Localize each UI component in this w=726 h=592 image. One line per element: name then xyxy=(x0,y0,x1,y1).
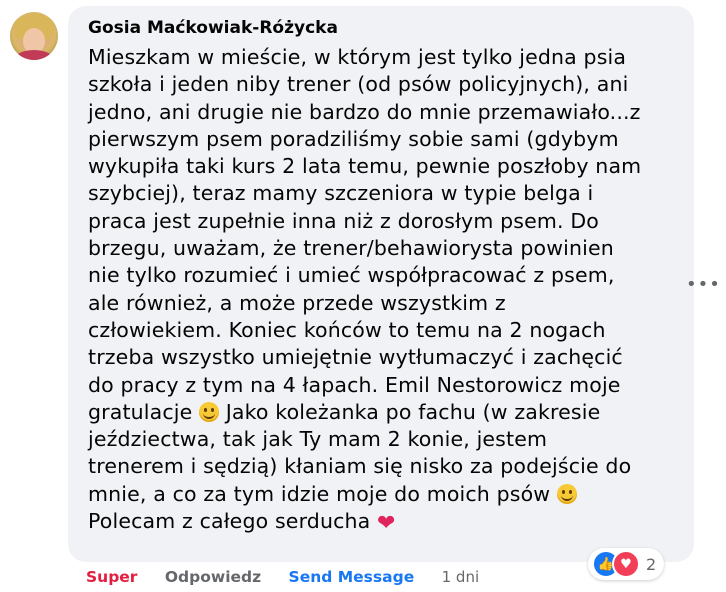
comment-line: jedno, ani drugie nie bardzo do mnie prz… xyxy=(88,99,641,124)
avatar-shirt xyxy=(14,50,54,60)
reply-button[interactable]: Odpowiedz xyxy=(165,568,261,586)
comment-line: praca jest zupełnie inna niż z dorosłym … xyxy=(88,208,599,233)
comment-line: szkoła i jeden niby trener (od psów poli… xyxy=(88,72,629,97)
comment-text: Mieszkam w mieście, w którym jest tylko … xyxy=(88,44,678,537)
comment-timestamp[interactable]: 1 dni xyxy=(442,568,480,586)
comment-line: Jako koleżanka po fachu (w zakresie xyxy=(225,399,601,424)
comment-line: trenerem i sędzią) kłaniam się nisko za … xyxy=(88,454,632,479)
comment-author[interactable]: Gosia Maćkowiak-Różycka xyxy=(88,18,338,38)
heart-emoji-icon: ❤ xyxy=(377,511,396,537)
reactions-summary[interactable]: 👍 ♥ 2 xyxy=(588,548,665,580)
more-options-icon[interactable]: ••• xyxy=(686,274,721,295)
comment-line: do pracy z tym na 4 łapach. Emil Nestoro… xyxy=(88,372,621,397)
comment-line: wykupiła taki kurs 2 lata temu, pewnie p… xyxy=(88,154,642,179)
comment-actions: Super Odpowiedz Send Message 1 dni xyxy=(86,568,501,586)
comment-line: mnie, a co za tym idzie moje do moich ps… xyxy=(88,481,551,506)
comment-bubble: Gosia Maćkowiak-Różycka Mieszkam w mieśc… xyxy=(68,6,694,562)
comment-line: Polecam z całego serducha xyxy=(88,509,371,534)
comment-line: trzeba wszystko umiejętnie wytłumaczyć i… xyxy=(88,345,623,370)
smile-emoji-icon xyxy=(556,483,577,504)
comment-line: nie tylko rozumieć i umieć współpracować… xyxy=(88,263,615,288)
comment-line: ale również, a może przede wszystkim z xyxy=(88,290,506,315)
comment-line: gratulacje xyxy=(88,399,193,424)
comment-line: jeździectwa, tak jak Ty mam 2 konie, jes… xyxy=(88,427,548,452)
comment-line: pierwszym psem poradziliśmy sobie sami (… xyxy=(88,126,619,151)
like-button[interactable]: Super xyxy=(86,568,137,586)
love-icon: ♥ xyxy=(612,550,640,578)
comment-line: brzegu, uważam, że trener/behawiorysta p… xyxy=(88,236,614,261)
avatar[interactable] xyxy=(10,12,58,60)
comment-line: szybciej), teraz mamy szczeniora w typie… xyxy=(88,181,594,206)
comment-line: Mieszkam w mieście, w którym jest tylko … xyxy=(88,45,627,69)
send-message-button[interactable]: Send Message xyxy=(289,568,415,586)
reactions-count: 2 xyxy=(646,554,657,574)
comment-line: człowiekiem. Koniec końców to temu na 2 … xyxy=(88,317,606,342)
smile-emoji-icon xyxy=(199,401,220,422)
